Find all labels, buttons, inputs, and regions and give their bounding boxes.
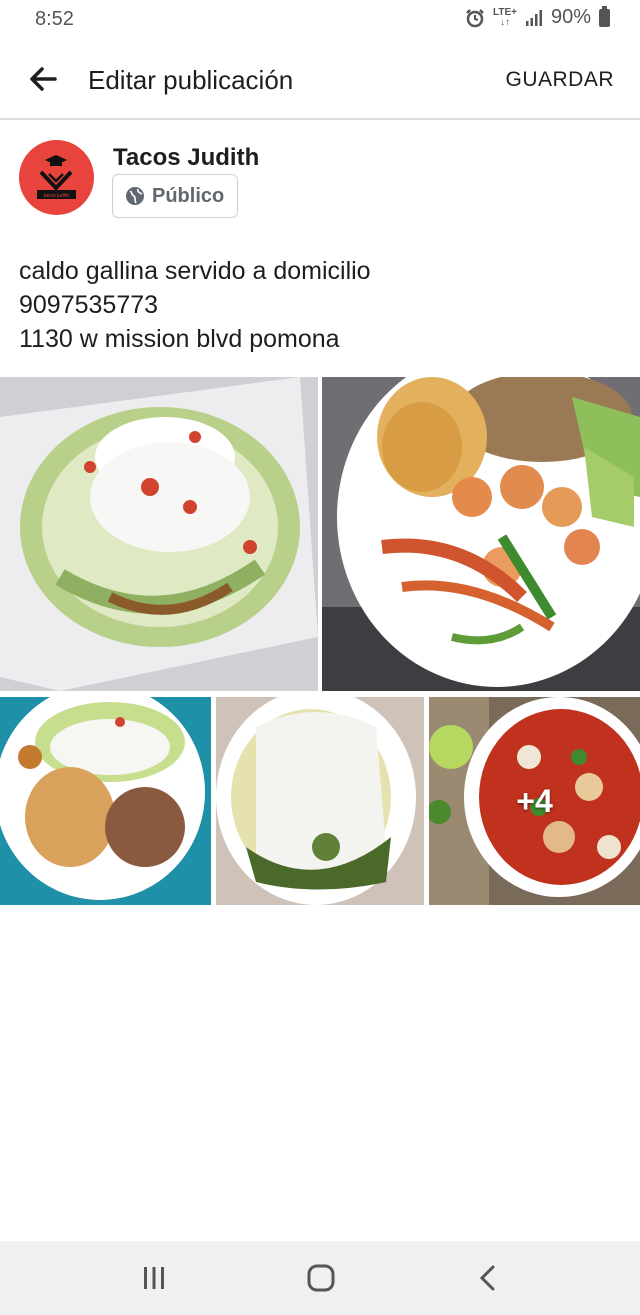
more-photos-count: +4 bbox=[516, 782, 553, 819]
home-icon bbox=[307, 1264, 335, 1292]
page-title: Editar publicación bbox=[88, 65, 294, 95]
photo-shrimp-plate[interactable] bbox=[322, 377, 640, 691]
avatar[interactable]: tacos judith bbox=[19, 140, 94, 215]
system-back-button[interactable] bbox=[468, 1261, 508, 1295]
privacy-selector[interactable]: Público bbox=[112, 174, 238, 218]
network-type: LTE+ ↓↑ bbox=[492, 6, 517, 28]
signal-icon bbox=[525, 9, 542, 26]
status-bar: 8:52 LTE+ ↓↑ 90% bbox=[0, 0, 640, 38]
system-nav-bar bbox=[0, 1241, 640, 1315]
save-button[interactable]: GUARDAR bbox=[505, 68, 614, 92]
post-text-line: 1130 w mission blvd pomona bbox=[19, 325, 340, 353]
post-text-line: 9097535773 bbox=[19, 291, 159, 319]
post-text-line: caldo gallina servido a domicilio bbox=[19, 257, 371, 285]
post-text[interactable]: caldo gallina servido a domicilio 909753… bbox=[19, 254, 371, 356]
alarm-icon bbox=[466, 8, 484, 27]
status-time: 8:52 bbox=[35, 8, 74, 30]
photo-soup-more[interactable]: +4 bbox=[429, 697, 640, 905]
recent-apps-button[interactable] bbox=[134, 1261, 174, 1295]
green-enchiladas-cream-photo-icon bbox=[216, 697, 424, 905]
privacy-label: Público bbox=[152, 184, 225, 207]
globe-icon bbox=[126, 187, 144, 205]
shrimp-fajita-plate-photo-icon bbox=[322, 377, 640, 691]
tostada-photo-icon bbox=[0, 377, 318, 691]
battery-percent: 90% bbox=[550, 6, 591, 28]
photo-tostada[interactable] bbox=[0, 377, 318, 691]
back-button[interactable] bbox=[26, 62, 60, 96]
author-name[interactable]: Tacos Judith bbox=[113, 144, 259, 172]
home-button[interactable] bbox=[301, 1261, 341, 1295]
battery-icon bbox=[599, 5, 610, 27]
photo-green-enchiladas[interactable] bbox=[216, 697, 424, 905]
svg-text:tacos judith: tacos judith bbox=[44, 193, 70, 199]
enchilada-rice-beans-photo-icon bbox=[0, 697, 211, 905]
tacos-logo-icon: tacos judith bbox=[37, 155, 76, 199]
app-bar: Editar publicación GUARDAR bbox=[0, 38, 640, 120]
recent-apps-icon bbox=[144, 1267, 164, 1289]
status-icons: LTE+ ↓↑ 90% bbox=[465, 5, 610, 29]
photo-enchilada-plate[interactable] bbox=[0, 697, 211, 905]
arrow-left-icon bbox=[30, 67, 57, 91]
chevron-left-icon bbox=[479, 1265, 495, 1291]
